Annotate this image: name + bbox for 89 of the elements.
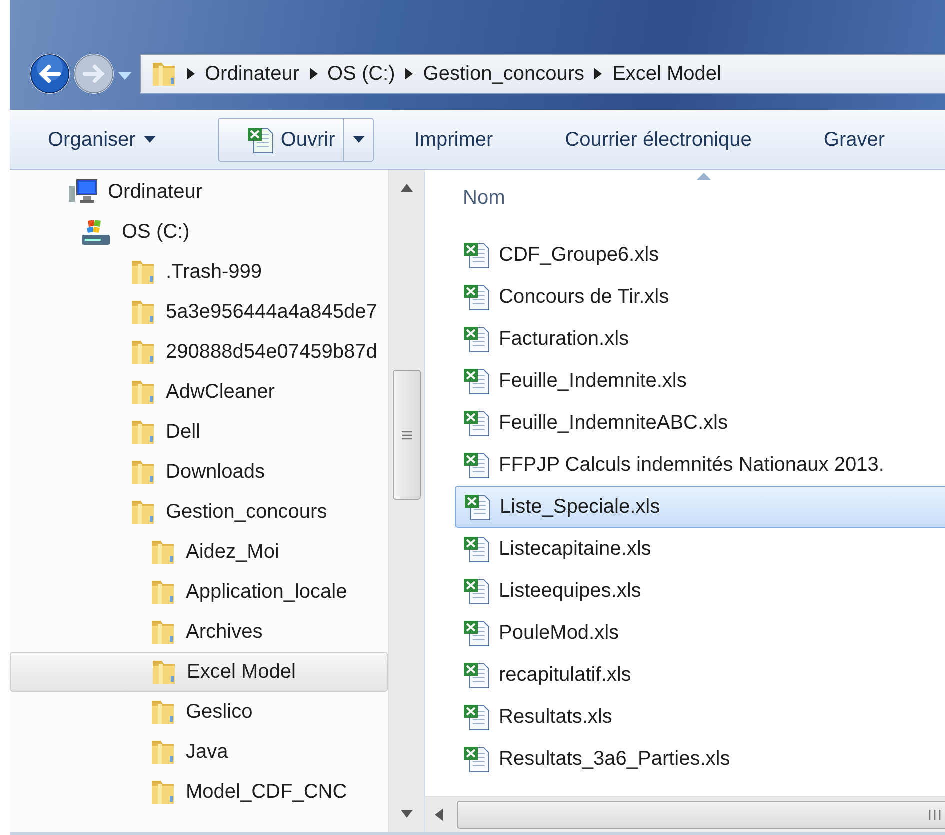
tree-item[interactable]: Ordinateur xyxy=(10,172,388,212)
file-item[interactable]: Listeequipes.xls xyxy=(455,570,945,612)
folder-icon xyxy=(130,418,156,446)
tree-item[interactable]: Excel Model xyxy=(10,652,388,692)
file-item[interactable]: recapitulatif.xls xyxy=(455,654,945,696)
dropdown-arrow-icon[interactable] xyxy=(118,72,132,80)
chevron-icon xyxy=(405,68,414,80)
tree-item[interactable]: Gestion_concours xyxy=(10,492,388,532)
folder-icon xyxy=(150,578,176,606)
toolbar-button[interactable]: Courrier électronique xyxy=(555,118,762,160)
breadcrumb-link[interactable]: Gestion_concours xyxy=(423,59,584,89)
caret-icon xyxy=(352,136,365,143)
address-bar[interactable]: Ordinateur OS (C:) Gestion_concours Excel Model xyxy=(140,54,945,94)
breadcrumb-link[interactable]: Ordinateur xyxy=(205,59,300,89)
file-item[interactable]: Concours de Tir.xls xyxy=(455,276,945,318)
open-split-button[interactable]: Ouvrir xyxy=(218,118,374,162)
spreadsheet-file-icon xyxy=(463,619,491,647)
tree-item[interactable]: Application_locale xyxy=(10,572,388,612)
file-item[interactable]: Feuille_Indemnite.xls xyxy=(455,360,945,402)
scroll-down-icon[interactable] xyxy=(400,810,412,818)
spreadsheet-file-icon xyxy=(463,745,491,773)
spreadsheet-file-icon xyxy=(463,703,491,731)
sort-arrow-icon xyxy=(697,173,711,180)
folder-icon xyxy=(150,738,176,766)
scroll-up-icon[interactable] xyxy=(400,184,412,192)
breadcrumb-link[interactable]: OS (C:) xyxy=(328,59,396,89)
tree-item[interactable]: 5a3e956444a4a845de7 xyxy=(10,292,388,332)
file-item[interactable]: Feuille_IndemniteABC.xls xyxy=(455,402,945,444)
caret-icon xyxy=(144,136,156,143)
file-item[interactable]: Resultats_3a6_Parties.xls xyxy=(455,738,945,780)
scroll-left-icon[interactable] xyxy=(435,808,443,820)
folder-icon xyxy=(130,498,156,526)
breadcrumb-link[interactable]: Excel Model xyxy=(612,59,722,89)
spreadsheet-file-icon xyxy=(463,661,491,689)
folder-icon xyxy=(150,698,176,726)
scrollbar-thumb[interactable] xyxy=(457,800,945,828)
file-item[interactable]: Resultats.xls xyxy=(455,696,945,738)
tree-item[interactable]: OS (C:) xyxy=(10,212,388,252)
drive-icon xyxy=(80,218,112,246)
spreadsheet-file-icon xyxy=(463,283,491,311)
toolbar-button[interactable]: Graver xyxy=(814,118,896,160)
spreadsheet-file-icon xyxy=(463,535,491,563)
tree-item[interactable]: Model_CDF_CNC xyxy=(10,772,388,812)
spreadsheet-file-icon xyxy=(463,241,491,269)
chevron-icon xyxy=(187,68,195,80)
tree-item[interactable]: Dell xyxy=(10,412,388,452)
spreadsheet-file-icon xyxy=(464,493,492,521)
file-item[interactable]: Liste_Speciale.xls xyxy=(455,486,945,528)
tree-item[interactable]: AdwCleaner xyxy=(10,372,388,412)
folder-icon xyxy=(130,378,156,406)
file-item[interactable]: Listecapitaine.xls xyxy=(455,528,945,570)
folder-icon xyxy=(150,618,176,646)
folder-icon xyxy=(151,60,177,88)
back-button[interactable] xyxy=(30,54,70,94)
tree-item[interactable]: Archives xyxy=(10,612,388,652)
chevron-icon xyxy=(594,68,602,80)
folder-icon xyxy=(130,298,156,326)
tree-item[interactable]: .Trash-999 xyxy=(10,252,388,292)
column-header[interactable]: Nom xyxy=(463,183,506,213)
folder-icon xyxy=(151,658,177,686)
file-item[interactable]: CDF_Groupe6.xls xyxy=(455,234,945,276)
spreadsheet-file-icon xyxy=(463,451,491,479)
tree-item[interactable]: Java xyxy=(10,732,388,772)
grip-icon xyxy=(402,430,412,440)
spreadsheet-file-icon xyxy=(463,367,491,395)
folder-icon xyxy=(130,258,156,286)
folder-icon xyxy=(150,778,176,806)
file-item[interactable]: Facturation.xls xyxy=(455,318,945,360)
tree-item[interactable]: 290888d54e07459b87d xyxy=(10,332,388,372)
toolbar-button[interactable]: Imprimer xyxy=(404,118,504,160)
spreadsheet-icon xyxy=(246,126,273,154)
spreadsheet-file-icon xyxy=(463,409,491,437)
tree-item[interactable]: Aidez_Moi xyxy=(10,532,388,572)
file-item[interactable]: FFPJP Calculs indemnités Nationaux 2013. xyxy=(455,444,945,486)
folder-icon xyxy=(130,338,156,366)
chevron-icon xyxy=(310,68,318,80)
spreadsheet-file-icon xyxy=(463,577,491,605)
spreadsheet-file-icon xyxy=(463,325,491,353)
tree-item[interactable]: Geslico xyxy=(10,692,388,732)
computer-icon xyxy=(68,178,98,206)
folder-icon xyxy=(150,538,176,566)
folder-icon xyxy=(130,458,156,486)
tree-item[interactable]: Downloads xyxy=(10,452,388,492)
vertical-scrollbar[interactable] xyxy=(388,170,424,832)
horizontal-scrollbar[interactable] xyxy=(425,796,945,832)
scrollbar-thumb[interactable] xyxy=(392,370,420,500)
organize-menu-button[interactable]: Organiser xyxy=(38,118,166,160)
file-item[interactable]: PouleMod.xls xyxy=(455,612,945,654)
grip-icon xyxy=(929,808,941,820)
